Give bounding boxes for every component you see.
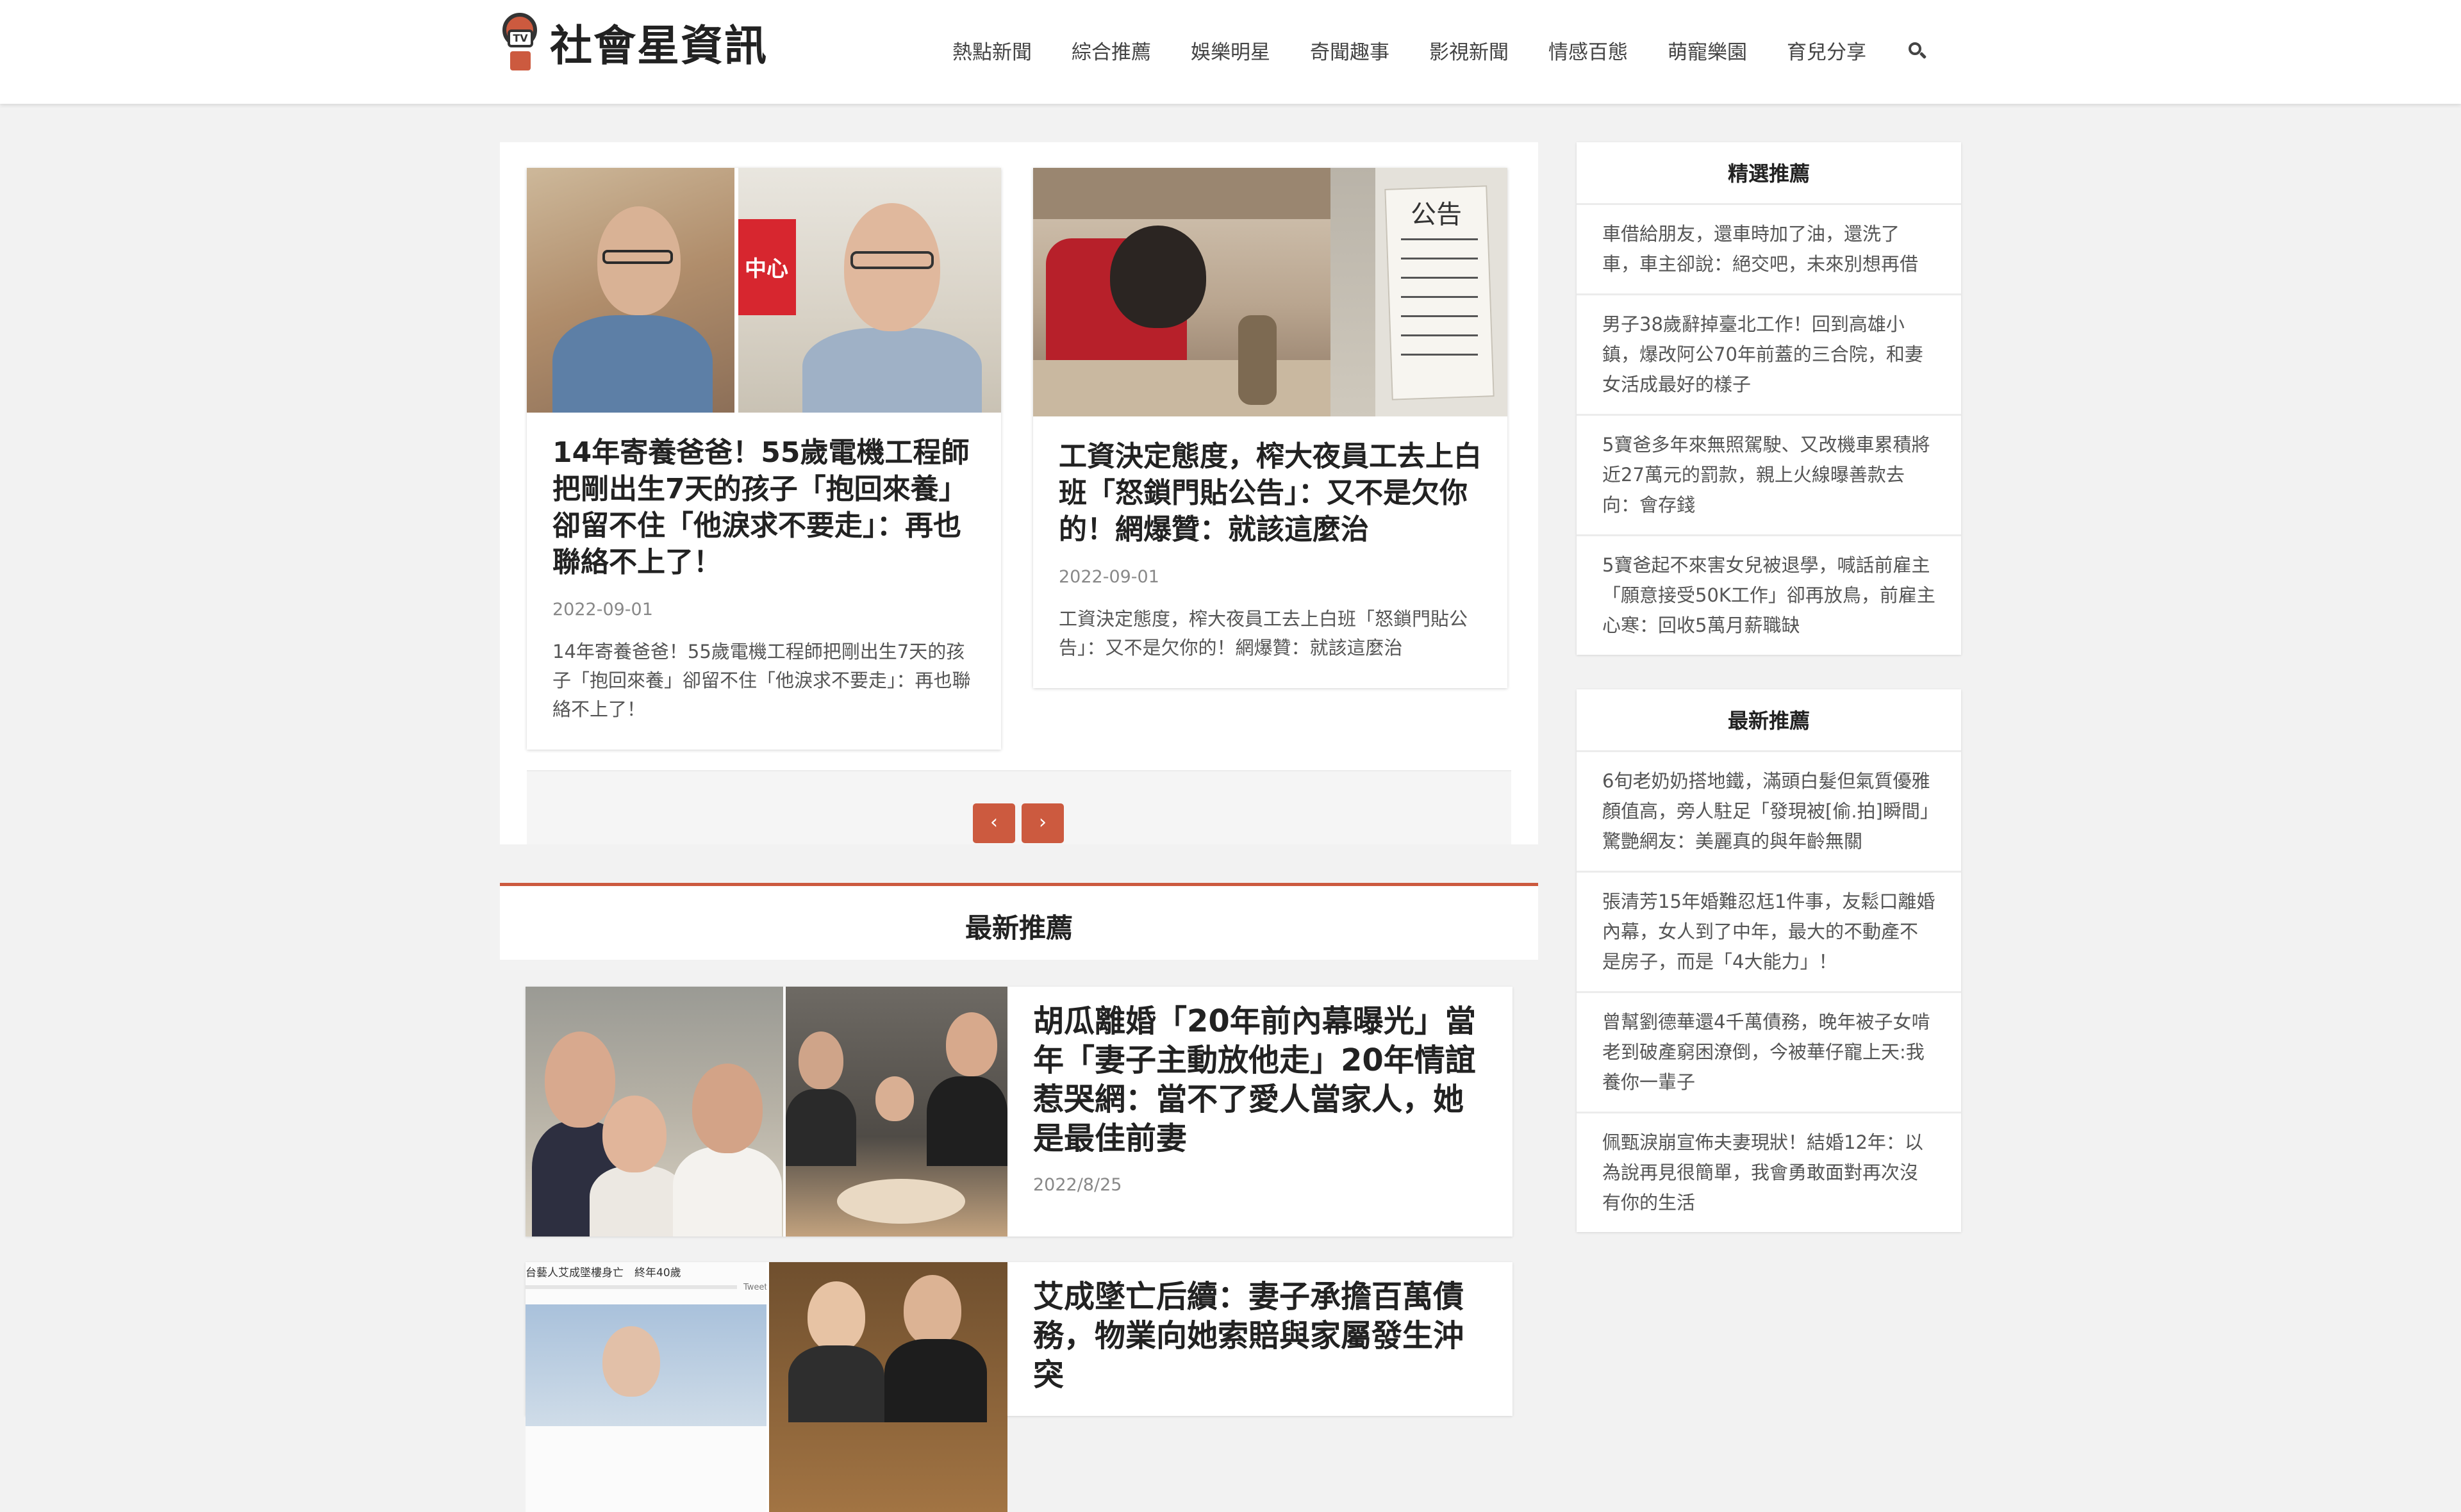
latest-section-header: 最新推薦 [500,883,1538,960]
nav-item-entertainment[interactable]: 娛樂明星 [1191,36,1270,65]
post-item[interactable]: 台藝人艾成墜樓身亡 終年40歲 Tweet 艾成墜亡后續：妻子承擔百萬債務，物業… [526,1262,1512,1512]
featured-item[interactable]: 車借給朋友，還車時加了油，還洗了車，車主卻說：絕交吧，未來別想再借 [1577,205,1961,295]
nav-item-hot-news[interactable]: 熱點新聞 [952,36,1032,65]
post-image[interactable] [526,987,1007,1237]
chevron-left-icon: ‹ [990,811,998,834]
featured-item[interactable]: 5寶爸起不來害女兒被退學，喊話前雇主「願意接受50K工作」卻再放鳥，前雇主心寒：… [1577,536,1961,655]
chevron-right-icon: › [1039,811,1047,834]
tv-mascot-icon: TV [497,10,542,74]
latest-post-list: 胡瓜離婚「20年前內幕曝光」當年「妻子主動放他走」20年情誼惹哭網：當不了愛人當… [500,960,1538,1512]
latest-widget: 最新推薦 6旬老奶奶搭地鐵，滿頭白髮但氣質優雅顏值高，旁人駐足「發現被[偷.拍]… [1577,689,1961,1232]
card-image[interactable]: 中心 [527,168,1001,413]
post-title[interactable]: 艾成墜亡后續：妻子承擔百萬債務，物業向她索賠與家屬發生沖突 [1033,1278,1488,1395]
card-image[interactable]: 公告 [1033,168,1507,416]
slider-controls: ‹ › [527,770,1511,844]
nav-item-pets[interactable]: 萌寵樂園 [1668,36,1747,65]
nav-item-parenting[interactable]: 育兒分享 [1787,36,1866,65]
latest-item[interactable]: 6旬老奶奶搭地鐵，滿頭白髮但氣質優雅顏值高，旁人駐足「發現被[偷.拍]瞬間」驚艷… [1577,752,1961,873]
card-excerpt: 14年寄養爸爸！55歲電機工程師把剛出生7天的孩子「抱回來養」卻留不住「他淚求不… [552,641,971,720]
nav-item-odd-news[interactable]: 奇聞趣事 [1310,36,1389,65]
card-title[interactable]: 14年寄養爸爸！55歲電機工程師把剛出生7天的孩子「抱回來養」卻留不住「他淚求不… [552,434,975,580]
slider-card[interactable]: 中心 14年寄養爸爸！55歲電機工程師把剛出生7天的孩子「抱回來養」卻留不住「他… [527,168,1001,750]
featured-item[interactable]: 5寶爸多年來無照駕駛、又改機車累積將近27萬元的罰款，親上火線曝善款去向：會存錢 [1577,416,1961,536]
card-excerpt: 工資決定態度，榨大夜員工去上白班「怒鎖門貼公告」：又不是欠你的！網爆贊：就該這麼… [1059,608,1468,659]
card-date: 2022-09-01 [552,600,653,620]
site-header: TV 社會星資訊 熱點新聞 綜合推薦 娛樂明星 奇聞趣事 影視新聞 情感百態 萌… [0,0,2461,104]
nav-item-recommend[interactable]: 綜合推薦 [1072,36,1151,65]
main-nav: 熱點新聞 綜合推薦 娛樂明星 奇聞趣事 影視新聞 情感百態 萌寵樂園 育兒分享 [952,36,1927,65]
latest-item[interactable]: 曾幫劉德華還4千萬債務，晚年被子女啃老到破產窮困潦倒，今被華仔寵上天:我養你一輩… [1577,993,1961,1113]
search-icon[interactable] [1907,41,1927,60]
latest-item[interactable]: 張清芳15年婚難忍尪1件事，友鬆口離婚內幕，女人到了中年，最大的不動產不是房子，… [1577,873,1961,993]
section-title: 最新推薦 [965,912,1073,944]
slider-prev-button[interactable]: ‹ [973,803,1015,843]
post-image[interactable]: 台藝人艾成墜樓身亡 終年40歲 Tweet [526,1262,1007,1512]
post-item[interactable]: 胡瓜離婚「20年前內幕曝光」當年「妻子主動放他走」20年情誼惹哭網：當不了愛人當… [526,987,1512,1237]
site-title: 社會星資訊 [550,21,768,70]
card-title[interactable]: 工資決定態度，榨大夜員工去上白班「怒鎖門貼公告」：又不是欠你的！網爆贊：就該這麼… [1059,438,1482,548]
card-date: 2022-09-01 [1059,567,1159,587]
featured-slider: 中心 14年寄養爸爸！55歲電機工程師把剛出生7天的孩子「抱回來養」卻留不住「他… [500,142,1538,844]
slider-next-button[interactable]: › [1022,803,1064,843]
latest-item[interactable]: 佩甄淚崩宣佈夫妻現狀！結婚12年：以為說再見很簡單，我會勇敢面對再次沒有你的生活 [1577,1113,1961,1232]
featured-item[interactable]: 男子38歲辭掉臺北工作！回到高雄小鎮，爆改阿公70年前蓋的三合院，和妻女活成最好… [1577,295,1961,416]
featured-widget: 精選推薦 車借給朋友，還車時加了油，還洗了車，車主卻說：絕交吧，未來別想再借 男… [1577,142,1961,655]
post-title[interactable]: 胡瓜離婚「20年前內幕曝光」當年「妻子主動放他走」20年情誼惹哭網：當不了愛人當… [1033,1002,1488,1158]
post-date: 2022/8/25 [1033,1175,1122,1195]
slider-card[interactable]: 公告 工資決定態度，榨大夜員工去上白班「怒鎖門貼公告」：又不是欠你的！網爆贊：就… [1033,168,1507,688]
nav-item-emotion[interactable]: 情感百態 [1548,36,1628,65]
widget-title: 最新推薦 [1577,689,1961,752]
site-logo[interactable]: TV 社會星資訊 [497,10,768,74]
widget-title: 精選推薦 [1577,142,1961,205]
nav-item-film-news[interactable]: 影視新聞 [1429,36,1509,65]
